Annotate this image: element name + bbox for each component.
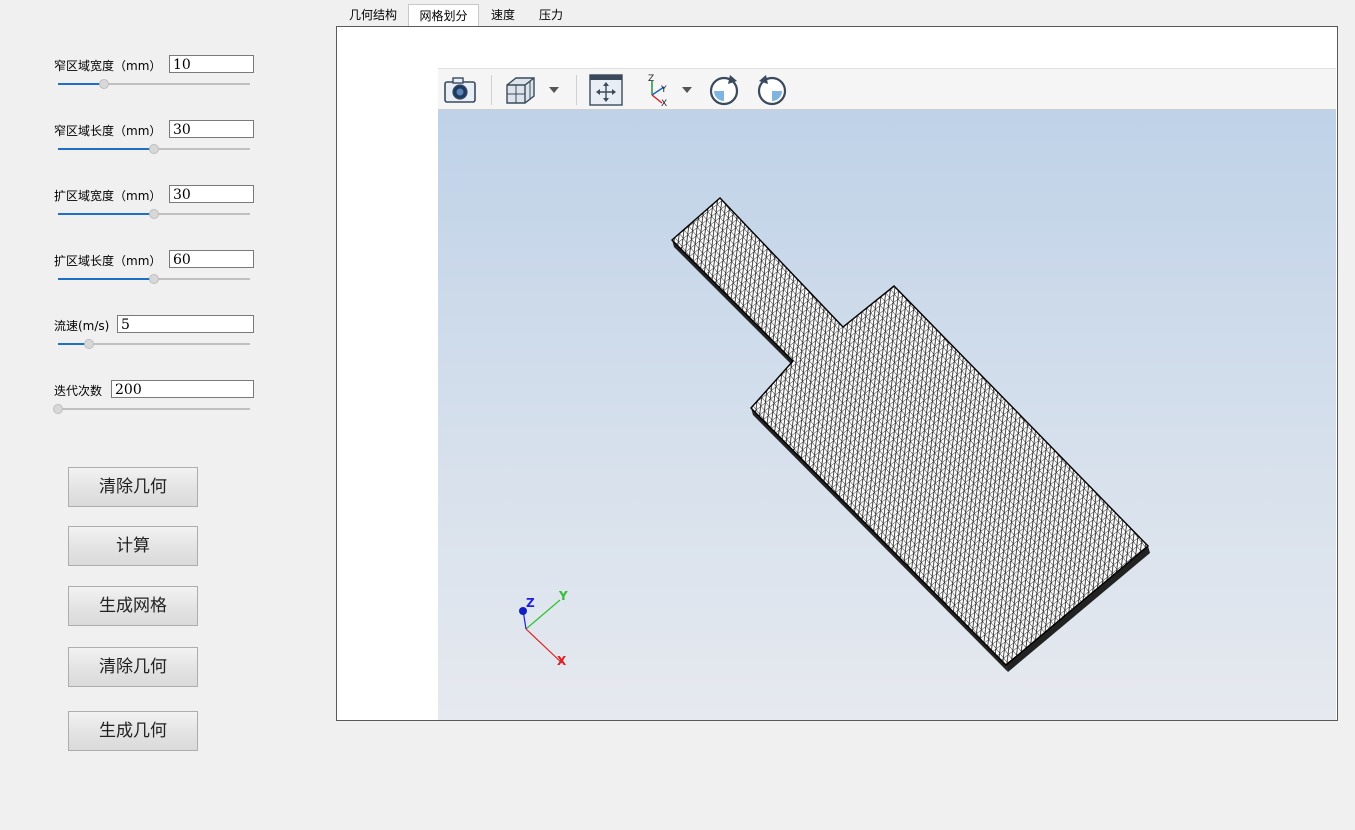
fit-view-icon[interactable] [588, 73, 624, 107]
iterations-slider[interactable] [53, 402, 250, 416]
expanded-length-input[interactable]: 60 [169, 250, 254, 268]
param-label-expanded-width: 扩区域宽度（mm） [54, 189, 162, 203]
narrow-length-slider[interactable] [58, 142, 250, 156]
param-label-expanded-length: 扩区域长度（mm） [54, 254, 162, 268]
slider-handle[interactable] [53, 404, 63, 414]
param-label-narrow-width: 窄区域宽度（mm） [54, 59, 162, 73]
velocity-input[interactable]: 5 [117, 315, 254, 333]
tab-pressure[interactable]: 压力 [527, 4, 575, 26]
narrow-width-input[interactable]: 10 [169, 55, 254, 73]
clear-geometry-button-2[interactable]: 清除几何 [68, 647, 198, 687]
narrow-width-slider[interactable] [58, 77, 250, 91]
slider-handle[interactable] [149, 209, 159, 219]
expanded-width-input[interactable]: 30 [169, 185, 254, 203]
narrow-length-input[interactable]: 30 [169, 120, 254, 138]
mesh-render: Z Y X [519, 197, 1150, 672]
triad-y-label: Y [558, 589, 568, 603]
clear-geometry-button[interactable]: 清除几何 [68, 467, 198, 507]
generate-mesh-button[interactable]: 生成网格 [68, 586, 198, 626]
axes-orientation-icon[interactable]: Z Y X [638, 73, 674, 107]
3d-viewport[interactable]: Z Y X [438, 110, 1336, 720]
triad-x-label: X [557, 654, 567, 668]
axis-icon-x-label: X [661, 99, 667, 107]
expanded-width-slider[interactable] [58, 207, 250, 221]
iterations-input[interactable]: 200 [111, 380, 254, 398]
slider-handle[interactable] [83, 339, 94, 349]
rotate-clockwise-icon[interactable] [706, 73, 742, 107]
tab-geometry[interactable]: 几何结构 [338, 4, 408, 26]
3d-viewer: Z Y X Z Y X [438, 68, 1336, 720]
param-label-narrow-length: 窄区域长度（mm） [54, 124, 162, 138]
triad-z-label: Z [526, 596, 535, 610]
camera-icon[interactable] [442, 73, 478, 107]
slider-fill [58, 148, 154, 150]
view-cube-icon[interactable] [502, 73, 538, 107]
expanded-length-slider[interactable] [58, 272, 250, 286]
mesh-geometry [670, 197, 1150, 666]
param-label-velocity: 流速(m/s) [54, 319, 110, 333]
generate-geometry-button[interactable]: 生成几何 [68, 711, 198, 751]
tab-velocity[interactable]: 速度 [479, 4, 527, 26]
slider-fill [58, 213, 154, 215]
slider-handle[interactable] [149, 274, 159, 284]
compute-button[interactable]: 计算 [68, 526, 198, 566]
dropdown-arrow-icon[interactable] [548, 86, 560, 94]
viewer-toolbar: Z Y X [438, 68, 1336, 110]
rotate-counterclockwise-icon[interactable] [754, 73, 790, 107]
tab-mesh[interactable]: 网格划分 [408, 4, 479, 26]
dropdown-arrow-icon[interactable] [681, 86, 693, 94]
slider-fill [58, 278, 154, 280]
param-label-iterations: 迭代次数 [54, 384, 103, 398]
axis-icon-y-label: Y [660, 85, 667, 95]
axis-triad: Z Y X [519, 589, 568, 668]
slider-handle[interactable] [149, 144, 159, 154]
axis-icon-z-label: Z [648, 74, 654, 84]
slider-fill [58, 83, 105, 85]
slider-handle[interactable] [99, 79, 110, 89]
velocity-slider[interactable] [58, 337, 250, 351]
